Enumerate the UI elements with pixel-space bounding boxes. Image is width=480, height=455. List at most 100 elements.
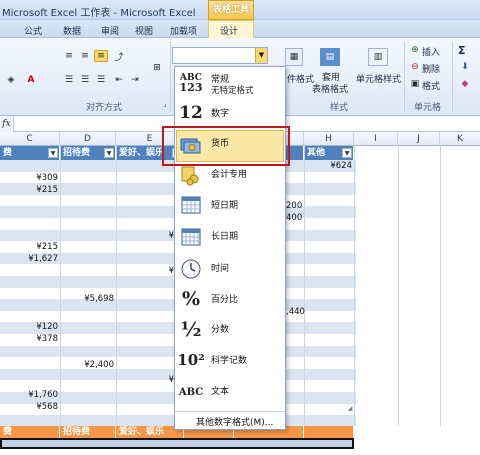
annotation-highlight-box [162, 126, 290, 166]
group-separator [170, 42, 171, 112]
table-header-cell [304, 426, 354, 438]
number-format-combo[interactable] [172, 47, 268, 64]
tab-review[interactable]: 审阅 [101, 24, 119, 37]
filter-dropdown-icon[interactable]: ▼ [104, 148, 114, 158]
conditional-format-label[interactable]: 件格式 [287, 72, 314, 85]
fx-icon[interactable]: fx [0, 116, 14, 132]
format-label[interactable]: 格式 [422, 79, 440, 92]
gridline [304, 146, 305, 426]
format-as-table-label-2[interactable]: 表格格式 [312, 82, 348, 95]
outdent-icon[interactable]: ⇥ [128, 74, 142, 86]
filter-dropdown-icon[interactable]: ▼ [342, 148, 352, 158]
cell-value[interactable]: ¥ [120, 375, 174, 385]
chevron-down-icon[interactable]: ▼ [255, 48, 267, 63]
clock-icon [180, 258, 202, 280]
menu-item-label: 长日期 [211, 232, 239, 242]
cell-value[interactable]: 400 [286, 213, 302, 223]
font-color-icon[interactable]: A [24, 74, 38, 86]
align-left-icon[interactable]: ☰ [62, 74, 76, 86]
group-separator [404, 42, 405, 112]
cell-value[interactable]: ¥ [120, 231, 174, 241]
menu-item-label: 会计专用 [211, 170, 248, 180]
percent-icon: % [181, 288, 201, 310]
tab-data[interactable]: 数据 [63, 24, 81, 37]
accounting-icon [180, 164, 202, 186]
delete-icon[interactable]: ⊖ [408, 61, 422, 73]
text-abc-icon: ABC [178, 386, 204, 398]
align-top-icon[interactable]: ≡ [62, 50, 76, 62]
tab-addins[interactable]: 加载项 [170, 24, 197, 37]
insert-label[interactable]: 插入 [422, 45, 440, 58]
column-header-c[interactable]: C [0, 132, 60, 146]
cell-value[interactable]: ¥309 [2, 173, 58, 183]
delete-label[interactable]: 删除 [422, 62, 440, 75]
cell-value[interactable]: ¥378 [2, 334, 58, 344]
align-right-icon[interactable]: ☰ [94, 74, 108, 86]
cell-value[interactable]: ¥2,400 [62, 360, 114, 370]
cell-value[interactable]: ¥ [120, 266, 174, 276]
group-separator [452, 42, 453, 112]
menu-item-label: 短日期 [211, 201, 239, 211]
abc-123-icon: ABC 123 [179, 73, 203, 94]
number-12-icon: 12 [179, 103, 203, 123]
menu-item-sublabel: 无特定格式 [211, 86, 254, 96]
more-number-formats-link[interactable]: 其他数字格式(M)... [196, 415, 273, 428]
cell-styles-icon[interactable]: ▥ [368, 48, 388, 66]
format-as-table-icon[interactable]: ▤ [320, 48, 340, 66]
gridline [398, 146, 399, 426]
group-label-styles: 样式 [330, 103, 349, 113]
calendar-long-icon [180, 226, 202, 248]
menu-item-label: 时间 [211, 264, 230, 274]
cell-value[interactable]: ¥624 [310, 161, 352, 171]
cell-value[interactable]: ¥5,698 [62, 294, 114, 304]
align-bottom-icon[interactable]: ≡ [94, 50, 108, 62]
column-header-k[interactable]: K [440, 132, 480, 146]
table-header-cell: 费 [0, 426, 60, 438]
cell-value[interactable]: 200 [286, 201, 302, 211]
cell-value[interactable]: ¥215 [2, 185, 58, 195]
table-resize-handle-icon[interactable]: ◢ [346, 404, 354, 412]
scientific-icon: 10² [177, 351, 205, 369]
cell-value[interactable]: ,440 [286, 307, 305, 317]
column-header-h[interactable]: H [304, 132, 354, 146]
align-middle-icon[interactable]: ≡ [78, 50, 92, 62]
gridline [60, 146, 61, 426]
filter-dropdown-icon[interactable]: ▼ [48, 148, 58, 158]
menu-item-label: 分数 [211, 325, 230, 335]
tab-design[interactable]: 设计 [220, 24, 238, 37]
cell-value[interactable]: ¥120 [2, 322, 58, 332]
fill-down-icon[interactable]: ⬇ [458, 61, 472, 73]
merge-cells-icon[interactable]: ⊞ [150, 62, 164, 74]
insert-icon[interactable]: ⊕ [408, 44, 422, 56]
tab-formulas[interactable]: 公式 [24, 24, 42, 37]
menu-item-label: 百分比 [211, 295, 239, 305]
indent-icon[interactable]: ⇤ [112, 74, 126, 86]
cell-value[interactable]: ¥1,627 [2, 254, 58, 264]
column-header-d[interactable]: D [60, 132, 116, 146]
format-cells-icon[interactable]: ▣ [408, 78, 422, 90]
conditional-format-icon[interactable]: ▦ [285, 48, 303, 66]
cell-styles-label[interactable]: 单元格样式 [356, 72, 401, 85]
cell-value[interactable]: ¥215 [2, 242, 58, 252]
menu-item-label: 数字 [211, 109, 230, 119]
selected-row[interactable] [0, 438, 354, 449]
cell-value[interactable]: ¥568 [2, 402, 58, 412]
column-header-i[interactable]: I [354, 132, 398, 146]
menu-divider [175, 411, 285, 412]
autosum-icon[interactable]: Σ [458, 44, 466, 57]
gridline [354, 146, 355, 426]
clear-icon[interactable]: ◆ [458, 78, 472, 90]
align-center-icon[interactable]: ☰ [78, 74, 92, 86]
fraction-icon: ½ [180, 317, 202, 341]
menu-item-label: 科学记数 [211, 356, 248, 366]
column-header-j[interactable]: J [398, 132, 440, 146]
orientation-icon[interactable]: ⤴ [112, 50, 126, 63]
group-label-alignment: 对齐方式 [86, 103, 123, 113]
tab-view[interactable]: 视图 [135, 24, 153, 37]
fill-color-icon[interactable]: ◈ [4, 74, 18, 86]
cell-value[interactable]: ¥1,760 [2, 390, 58, 400]
window-title: Microsoft Excel 工作表 - Microsoft Excel [2, 8, 196, 19]
table-header-cell: 招待费 [60, 426, 116, 438]
gridline [440, 146, 441, 426]
table-tools-context-label: 表格工具 [208, 0, 254, 20]
